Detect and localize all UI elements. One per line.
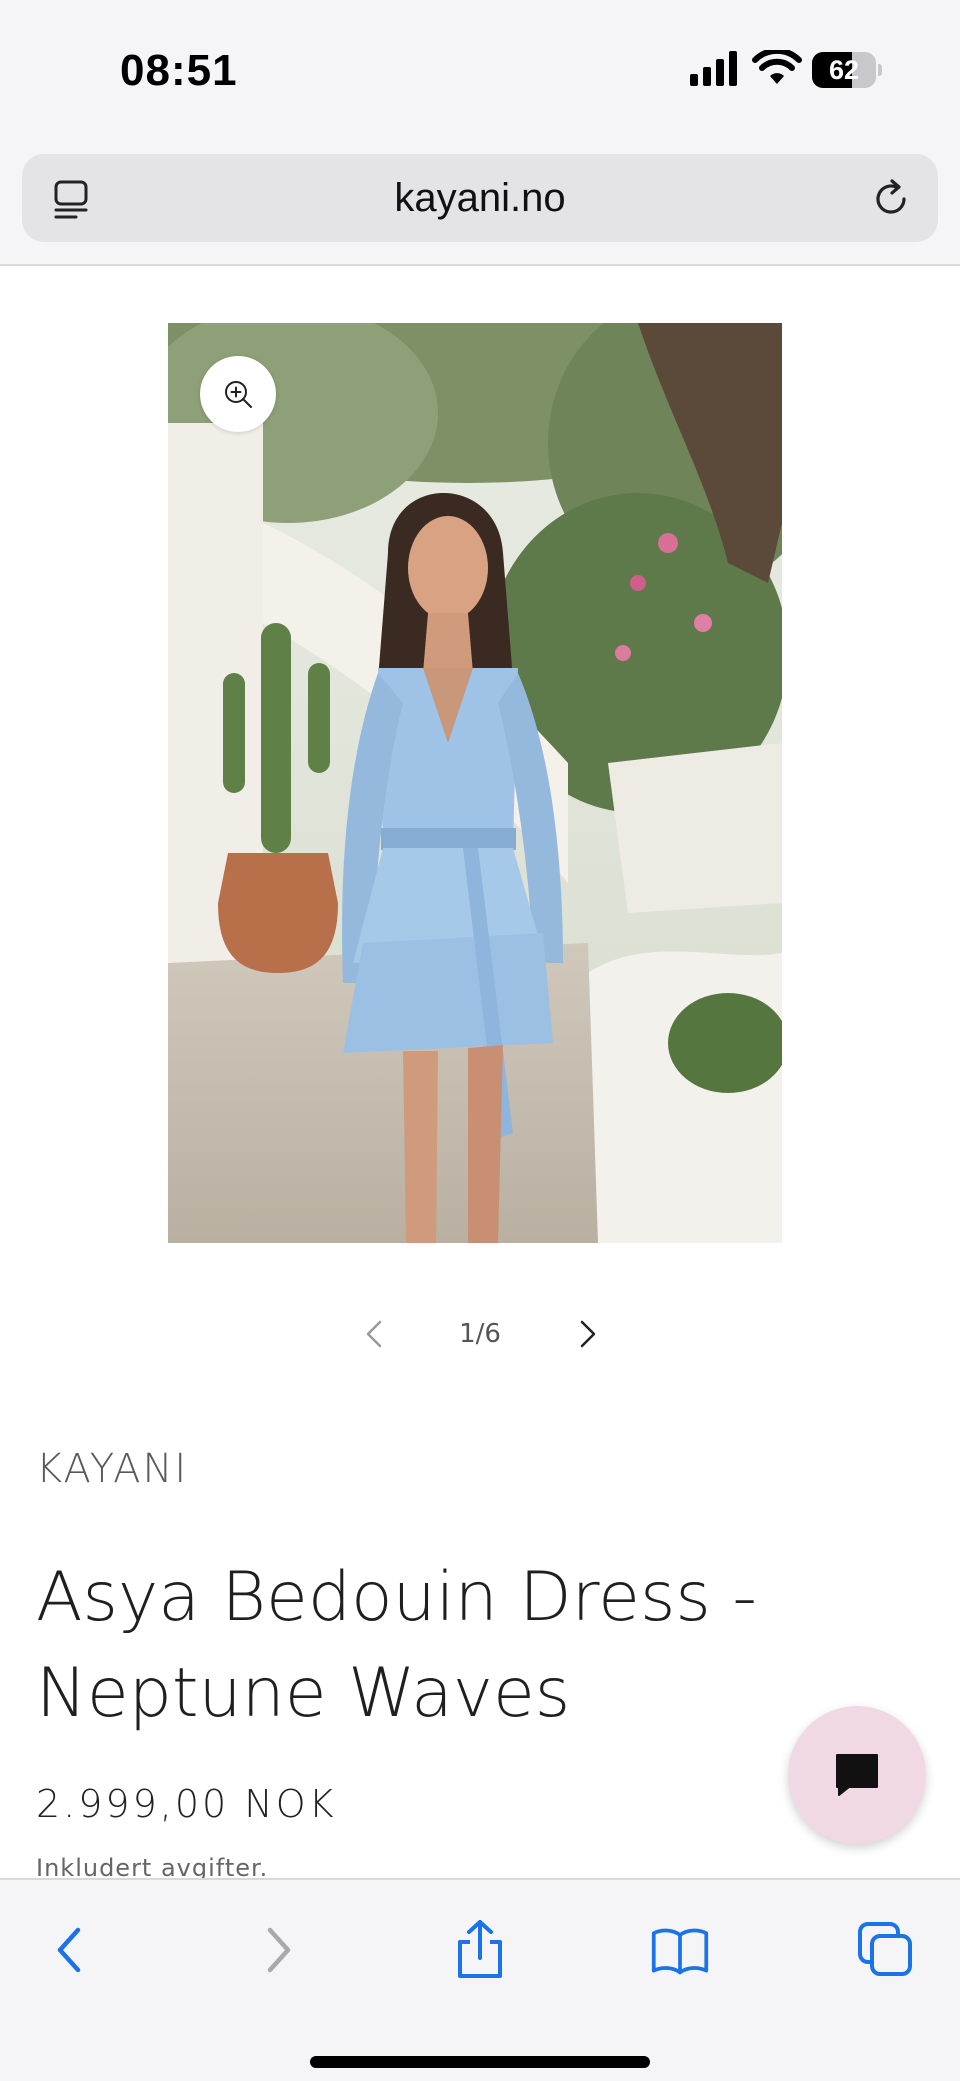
- url-text[interactable]: kayani.no: [22, 154, 938, 242]
- browser-top-bar: kayani.no: [0, 140, 960, 266]
- address-bar[interactable]: kayani.no: [22, 154, 938, 242]
- battery-body: 62: [812, 52, 876, 88]
- chat-bubble-icon: [836, 1754, 878, 1796]
- share-icon: [458, 1920, 502, 1978]
- status-bar: 08:51 62: [0, 0, 960, 140]
- product-image[interactable]: [168, 323, 782, 1243]
- back-button[interactable]: [40, 1920, 100, 1980]
- bookmarks-icon: [651, 1928, 709, 1975]
- gallery-counter: 1/6: [459, 1319, 501, 1349]
- wifi-icon: [752, 50, 802, 84]
- product-vendor: KAYANI: [36, 1446, 189, 1492]
- bookmarks-button[interactable]: [650, 1920, 710, 1980]
- browser-toolbar: [0, 1878, 960, 2081]
- battery-icon: 62: [812, 52, 882, 88]
- zoom-in-icon: [225, 381, 252, 408]
- status-time: 08:51: [120, 46, 238, 95]
- battery-tip: [878, 64, 882, 76]
- home-indicator: [310, 2056, 650, 2068]
- zoom-button[interactable]: [200, 356, 276, 432]
- back-icon: [57, 1927, 81, 1973]
- product-price: 2.999,00 NOK: [36, 1782, 337, 1826]
- chevron-left-icon[interactable]: [356, 1314, 392, 1354]
- share-button[interactable]: [450, 1920, 510, 1980]
- tabs-button[interactable]: [856, 1920, 916, 1980]
- signal-icon: [690, 51, 737, 86]
- battery-percent: 62: [828, 55, 860, 85]
- forward-button[interactable]: [248, 1920, 308, 1980]
- chevron-right-icon[interactable]: [570, 1314, 606, 1354]
- chat-button[interactable]: [788, 1706, 926, 1844]
- product-title: Asya Bedouin Dress - Neptune Waves: [36, 1558, 757, 1733]
- tabs-icon: [858, 1922, 912, 1976]
- forward-icon: [267, 1927, 291, 1973]
- reload-icon[interactable]: [868, 176, 914, 222]
